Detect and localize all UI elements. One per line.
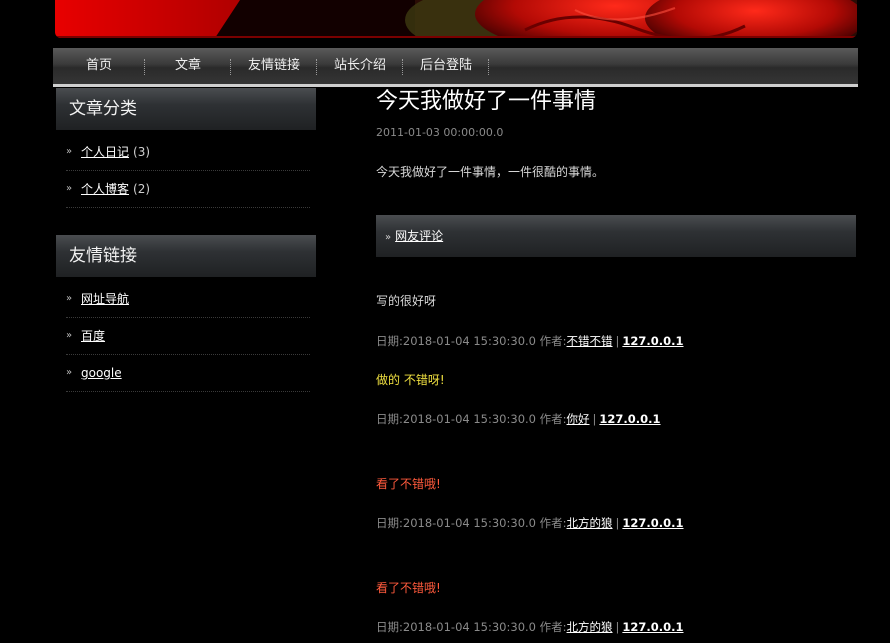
- nav-articles[interactable]: 文章: [145, 48, 231, 84]
- comment-text: 看了不错哦!: [376, 477, 441, 491]
- meta-separator: |: [592, 412, 597, 426]
- friend-links-title: 友情链接: [56, 235, 316, 277]
- post-date: 2011-01-03 00:00:00.0: [376, 126, 504, 139]
- comment-meta: 日期:2018-01-04 15:30:30.0 作者:北方的狼 | 127.0.0…: [376, 515, 684, 531]
- category-count: (3): [133, 145, 151, 159]
- comment-author-link[interactable]: 不错不错: [567, 334, 613, 348]
- comment-date: 日期:2018-01-04 15:30:30.0 作者:: [376, 620, 567, 634]
- sidebar-friend-links: 友情链接 » 网址导航 » 百度 » google: [56, 235, 316, 392]
- meta-separator: |: [615, 334, 620, 348]
- comment-ip-link[interactable]: 127.0.0.1: [622, 334, 683, 348]
- double-arrow-icon: »: [66, 330, 73, 341]
- category-link-diary[interactable]: 个人日记: [81, 145, 129, 159]
- category-link-blog[interactable]: 个人博客: [81, 182, 129, 196]
- comments-header: » 网友评论: [376, 215, 856, 257]
- post-title: 今天我做好了一件事情: [376, 89, 597, 114]
- comment-meta: 日期:2018-01-04 15:30:30.0 作者:北方的狼 | 127.0.0…: [376, 619, 684, 635]
- double-arrow-icon: »: [66, 367, 73, 378]
- nav-friend-links[interactable]: 友情链接: [231, 48, 317, 84]
- nav-home[interactable]: 首页: [53, 48, 145, 84]
- comment-author-link[interactable]: 北方的狼: [567, 516, 613, 530]
- category-item: » 个人博客 (2): [66, 171, 310, 208]
- nav-admin-login[interactable]: 后台登陆: [403, 48, 489, 84]
- comment-date: 日期:2018-01-04 15:30:30.0 作者:: [376, 412, 567, 426]
- comment-date: 日期:2018-01-04 15:30:30.0 作者:: [376, 516, 567, 530]
- comment-meta: 日期:2018-01-04 15:30:30.0 作者:不错不错 | 127.0.0…: [376, 333, 684, 349]
- friend-link-item: » 百度: [66, 318, 310, 355]
- comment-date: 日期:2018-01-04 15:30:30.0 作者:: [376, 334, 567, 348]
- comment-text: 写的很好呀: [376, 294, 437, 308]
- post-main: 今天我做好了一件事情 2011-01-03 00:00:00.0 今天我做好了一…: [376, 86, 856, 634]
- category-item: » 个人日记 (3): [66, 134, 310, 171]
- double-arrow-icon: »: [385, 232, 392, 243]
- sidebar-categories: 文章分类 » 个人日记 (3) » 个人博客 (2): [56, 88, 316, 208]
- post-body: 今天我做好了一件事情，一件很酷的事情。: [376, 165, 605, 179]
- comment-text: 做的 不错呀!: [376, 373, 445, 387]
- friend-link-item: » 网址导航: [66, 281, 310, 318]
- nav-about[interactable]: 站长介绍: [317, 48, 403, 84]
- comments-link[interactable]: 网友评论: [395, 229, 443, 243]
- double-arrow-icon: »: [66, 146, 73, 157]
- double-arrow-icon: »: [66, 293, 73, 304]
- main-nav: 首页 文章 友情链接 站长介绍 后台登陆: [53, 48, 858, 87]
- comment-author-link[interactable]: 北方的狼: [567, 620, 613, 634]
- meta-separator: |: [615, 620, 620, 634]
- comment-ip-link[interactable]: 127.0.0.1: [622, 516, 683, 530]
- comment-author-link[interactable]: 你好: [567, 412, 590, 426]
- friend-link-nav[interactable]: 网址导航: [81, 292, 129, 306]
- comment-meta: 日期:2018-01-04 15:30:30.0 作者:你好 | 127.0.0.1: [376, 411, 661, 427]
- meta-separator: |: [615, 516, 620, 530]
- comment-ip-link[interactable]: 127.0.0.1: [622, 620, 683, 634]
- friend-link-google[interactable]: google: [81, 366, 122, 380]
- category-count: (2): [133, 182, 151, 196]
- comment-ip-link[interactable]: 127.0.0.1: [599, 412, 660, 426]
- double-arrow-icon: »: [66, 183, 73, 194]
- comment-text: 看了不错哦!: [376, 581, 441, 595]
- header-banner: [55, 0, 857, 38]
- friend-link-baidu[interactable]: 百度: [81, 329, 105, 343]
- friend-link-item: » google: [66, 355, 310, 392]
- categories-title: 文章分类: [56, 88, 316, 130]
